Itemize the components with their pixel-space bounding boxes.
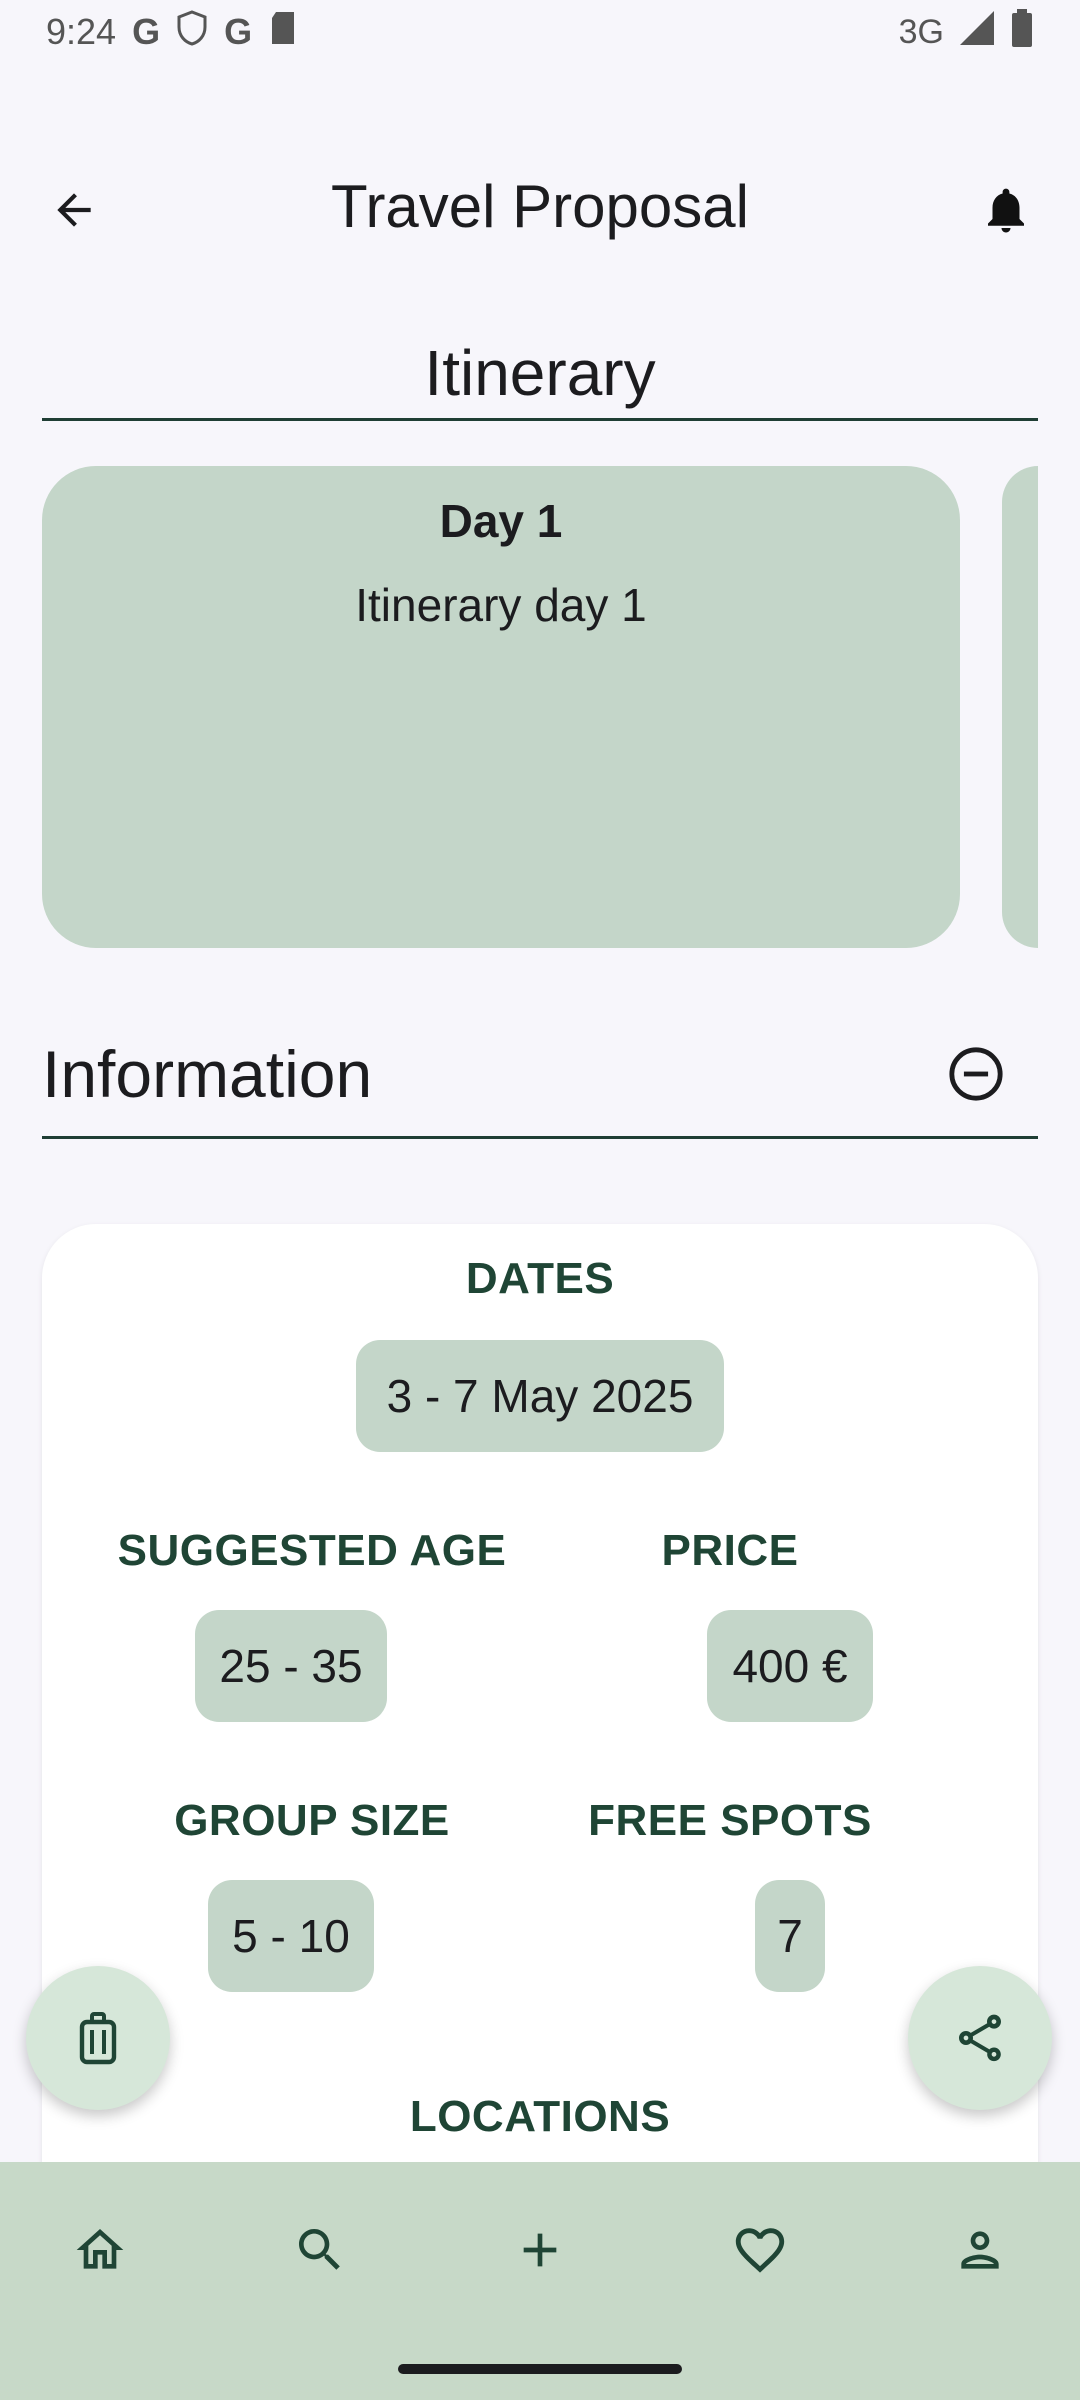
luggage-fab[interactable]	[26, 1966, 170, 2110]
signal-icon	[958, 9, 996, 56]
price-value: 400 €	[707, 1610, 873, 1722]
app-bar: Travel Proposal	[0, 150, 1080, 270]
day-title: Day 1	[439, 495, 563, 547]
share-fab[interactable]	[908, 1966, 1052, 2110]
dates-label: DATES	[465, 1254, 615, 1303]
google-g-icon: G	[224, 11, 253, 52]
nav-search[interactable]	[280, 2210, 360, 2290]
notifications-button[interactable]	[976, 180, 1036, 240]
home-indicator[interactable]	[398, 2364, 682, 2374]
price-label: PRICE	[661, 1526, 799, 1575]
group-size-value: 5 - 10	[208, 1880, 374, 1992]
network-type: 3G	[898, 12, 944, 51]
nav-profile[interactable]	[940, 2210, 1020, 2290]
minus-circle-icon	[949, 1047, 1003, 1101]
itinerary-next-day-card[interactable]	[1002, 466, 1038, 948]
add-icon	[523, 2233, 557, 2267]
day-description: Itinerary day 1	[355, 579, 647, 631]
profile-icon	[961, 2231, 999, 2269]
nav-favorites[interactable]	[720, 2210, 800, 2290]
free-spots-value: 7	[755, 1880, 825, 1992]
heart-icon	[735, 2228, 785, 2273]
nav-add[interactable]	[500, 2210, 580, 2290]
locations-label: LOCATIONS	[409, 2092, 671, 2141]
information-card: DATES 3 - 7 May 2025 SUGGESTED AGE 25 - …	[42, 1224, 1038, 2224]
itinerary-day-card[interactable]: Day 1 Itinerary day 1	[42, 466, 960, 948]
itinerary-divider	[42, 418, 1038, 421]
shield-icon	[176, 9, 208, 55]
suggested-age-value: 25 - 35	[195, 1610, 387, 1722]
search-icon	[299, 2229, 340, 2270]
home-icon	[76, 2229, 124, 2269]
itinerary-title: Itinerary	[424, 337, 656, 409]
nav-home[interactable]	[60, 2210, 140, 2290]
status-time: 9:24	[46, 11, 117, 52]
bell-icon	[988, 188, 1024, 233]
collapse-information-button[interactable]	[946, 1044, 1006, 1104]
share-icon	[959, 2014, 1001, 2062]
dates-value: 3 - 7 May 2025	[356, 1340, 724, 1452]
page-title: Travel Proposal	[331, 173, 749, 240]
google-g-icon: G	[132, 11, 161, 52]
group-size-label: GROUP SIZE	[174, 1796, 450, 1845]
status-left: 9:24 G G	[46, 9, 298, 55]
status-bar: 9:24 G G 3G	[0, 0, 1080, 64]
suggested-age-label: SUGGESTED AGE	[117, 1526, 507, 1575]
sd-card-icon	[268, 10, 298, 55]
information-title: Information	[42, 1037, 373, 1111]
free-spots-label: FREE SPOTS	[588, 1796, 872, 1845]
luggage-icon	[79, 2012, 117, 2065]
information-divider	[42, 1136, 1038, 1139]
status-right: 3G	[898, 8, 1034, 56]
battery-icon	[1010, 8, 1034, 56]
